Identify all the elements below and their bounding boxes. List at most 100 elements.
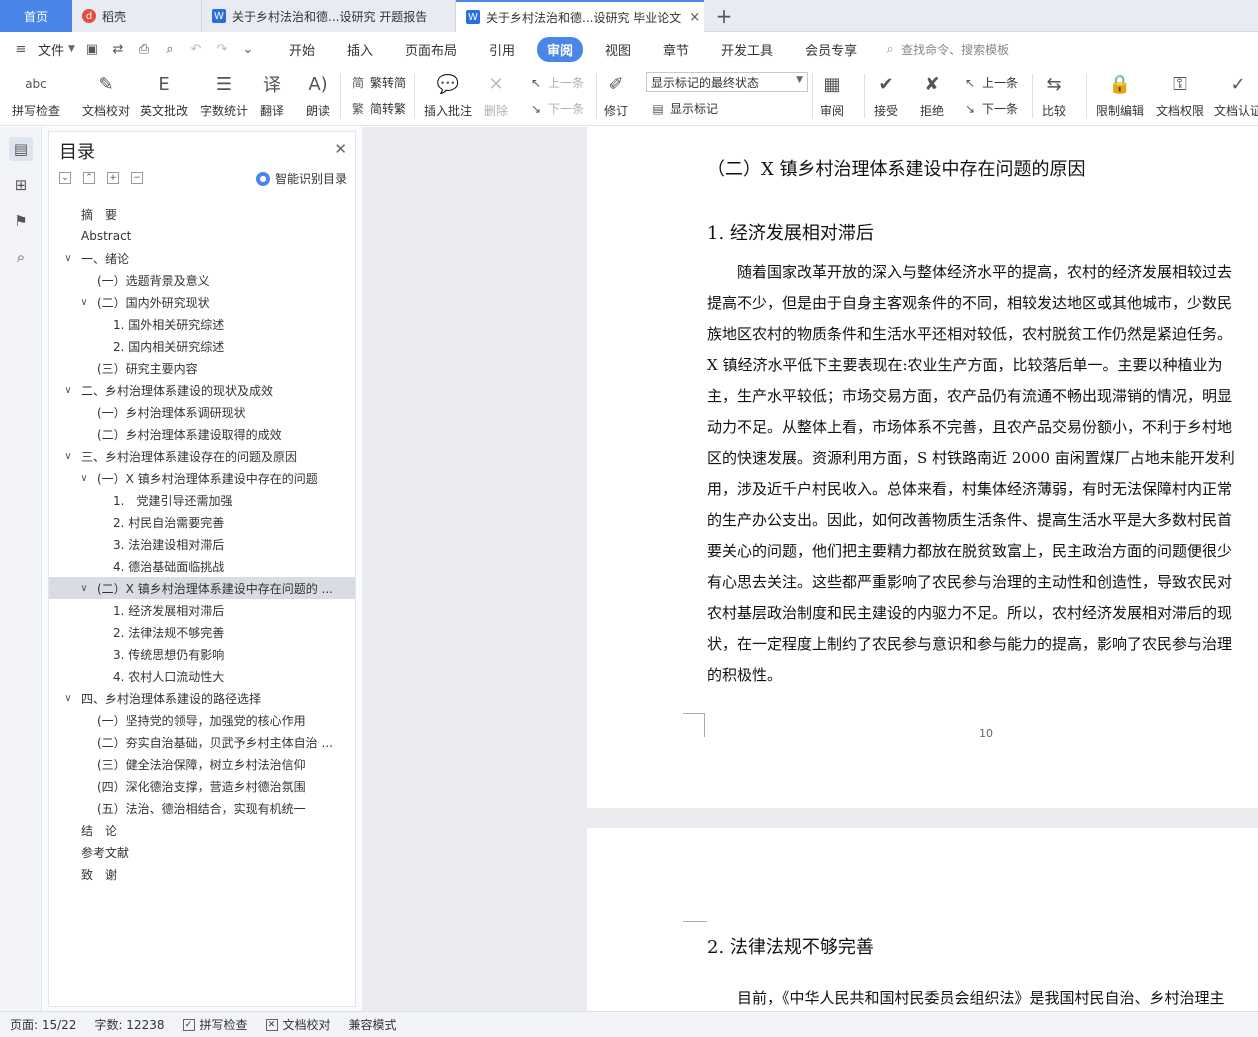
toc-item[interactable]: 摘 要 (49, 203, 355, 225)
wordcount-button[interactable]: ☰ 字数统计 (200, 70, 248, 119)
next-comment-button[interactable]: ↘ 下一条 (528, 100, 584, 117)
prev-change-button[interactable]: ↖ 上一条 (962, 74, 1018, 91)
english-review-button[interactable]: E 英文批改 (140, 70, 188, 119)
read-aloud-button[interactable]: A) 朗读 (304, 70, 332, 119)
toc-item[interactable]: ∨ 三、乡村治理体系建设存在的问题及原因 (49, 445, 355, 467)
reject-button[interactable]: ✘ 拒绝 (918, 70, 946, 119)
document-page[interactable]: （二）X 镇乡村治理体系建设中存在问题的原因 1. 经济发展相对滞后 随着国家改… (587, 127, 1258, 808)
spellcheck-button[interactable]: abc 拼写检查 (12, 70, 60, 119)
toc-item[interactable]: (一）坚持党的领导，加强党的核心作用 (49, 709, 355, 731)
toc-item[interactable]: 2. 村民自治需要完善 (49, 511, 355, 533)
redo-icon[interactable]: ↷ (213, 40, 231, 58)
outline-icon[interactable]: ⊞ (9, 173, 33, 197)
chevron-down-icon[interactable]: ∨ (77, 583, 91, 594)
undo-icon[interactable]: ↶ (187, 40, 205, 58)
toc-item[interactable]: (一）乡村治理体系调研现状 (49, 401, 355, 423)
toc-item[interactable]: (三）健全法治保障，树立乡村法治信仰 (49, 753, 355, 775)
tab-developer[interactable]: 开发工具 (711, 37, 783, 62)
file-menu-button[interactable]: ≡ 文件 ▼ (12, 40, 75, 59)
track-changes-button[interactable]: ✐ 修订 (602, 70, 630, 119)
next-change-button[interactable]: ↘ 下一条 (962, 100, 1018, 117)
tab-document-proposal[interactable]: W 关于乡村法治和德...设研究 开题报告 (202, 0, 456, 32)
bookmark-icon[interactable]: ⚑ (9, 209, 33, 233)
toc-item[interactable]: 结 论 (49, 819, 355, 841)
remove-heading-icon[interactable]: − (131, 172, 143, 184)
tab-document-thesis[interactable]: W 关于乡村法治和德...设研究 毕业论文 × (456, 0, 704, 32)
toc-item[interactable]: 致 谢 (49, 863, 355, 885)
print-preview-icon[interactable]: ⌕ (161, 40, 179, 58)
add-heading-icon[interactable]: + (107, 172, 119, 184)
smart-toc-button[interactable]: ● 智能识别目录 (255, 170, 347, 187)
tab-page-layout[interactable]: 页面布局 (395, 37, 467, 62)
toc-item[interactable]: (二）乡村治理体系建设取得的成效 (49, 423, 355, 445)
chevron-down-icon[interactable]: ∨ (61, 253, 75, 264)
page-indicator[interactable]: 页面: 15/22 (10, 1016, 76, 1033)
toc-item[interactable]: 2. 国内相关研究综述 (49, 335, 355, 357)
toc-item[interactable]: (二）夯实自治基础，贝武予乡村主体自治 ... (49, 731, 355, 753)
search-icon[interactable]: ⌕ (9, 245, 33, 269)
new-tab-button[interactable]: + (712, 4, 736, 28)
doc-permission-button[interactable]: ⚿ 文档权限 (1156, 70, 1204, 119)
collapse-all-icon[interactable]: ⌄ (59, 172, 71, 184)
translate-button[interactable]: 译 翻译 (258, 70, 286, 119)
tab-daoke[interactable]: d 稻壳 (72, 0, 202, 32)
delete-comment-button[interactable]: ✕ 删除 (482, 70, 510, 119)
toc-item[interactable]: (三）研究主要内容 (49, 357, 355, 379)
doccheck-button[interactable]: ✎ 文档校对 (82, 70, 130, 119)
toc-item[interactable]: 1. 党建引导还需加强 (49, 489, 355, 511)
expand-all-icon[interactable]: ⌃ (83, 172, 95, 184)
chevron-down-icon[interactable]: ∨ (61, 385, 75, 396)
customize-chevron-icon[interactable]: ⌄ (239, 40, 257, 58)
toc-item[interactable]: ∨ 一、绪论 (49, 247, 355, 269)
tab-review[interactable]: 审阅 (537, 36, 584, 62)
export-icon[interactable]: ⇄ (109, 40, 127, 58)
toc-item[interactable]: 1. 国外相关研究综述 (49, 313, 355, 335)
restrict-editing-button[interactable]: 🔒 限制编辑 (1096, 70, 1144, 119)
review-pane-button[interactable]: ▦ 审阅 (818, 70, 846, 119)
compare-button[interactable]: ⇆ 比较 (1040, 70, 1068, 119)
toc-item[interactable]: 参考文献 (49, 841, 355, 863)
toc-item[interactable]: (一）选题背景及意义 (49, 269, 355, 291)
toc-item[interactable]: 3. 传统思想仍有影响 (49, 643, 355, 665)
toc-panel-icon[interactable]: ▤ (9, 137, 33, 161)
markup-state-select[interactable]: 显示标记的最终状态 ▼ (646, 72, 808, 92)
toc-item[interactable]: (五）法治、德治相结合，实现有机统一 (49, 797, 355, 819)
tab-member[interactable]: 会员专享 (795, 37, 867, 62)
toc-item[interactable]: 3. 法治建设相对滞后 (49, 533, 355, 555)
toc-item[interactable]: ∨ 四、乡村治理体系建设的路径选择 (49, 687, 355, 709)
toc-item[interactable]: 4. 德治基础面临挑战 (49, 555, 355, 577)
document-page[interactable]: 2. 法律法规不够完善 目前，《中华人民共和国村民委员会组织法》是我国村民自治、… (587, 828, 1258, 1011)
simp-to-trad-button[interactable]: 繁 简转繁 (350, 100, 406, 117)
insert-comment-button[interactable]: 💬 插入批注 (424, 70, 472, 119)
print-icon[interactable]: ⎙ (135, 40, 153, 58)
toc-item[interactable]: ∨ (一）X 镇乡村治理体系建设中存在的问题 (49, 467, 355, 489)
command-search[interactable]: ⌕ 查找命令、搜索模板 (881, 40, 1009, 58)
trad-to-simp-button[interactable]: 简 繁转简 (350, 74, 406, 91)
chevron-down-icon[interactable]: ∨ (61, 693, 75, 704)
proofread-status[interactable]: ✕ 文档校对 (265, 1016, 331, 1033)
toc-item[interactable]: ∨ (二）X 镇乡村治理体系建设中存在问题的 ... (49, 577, 355, 599)
save-icon[interactable]: ▣ (83, 40, 101, 58)
tab-start[interactable]: 开始 (279, 37, 325, 62)
word-count[interactable]: 字数: 12238 (94, 1016, 164, 1033)
close-icon[interactable]: × (689, 10, 700, 25)
toc-item[interactable]: (四）深化德治支撑，营造乡村德治氛围 (49, 775, 355, 797)
tab-references[interactable]: 引用 (479, 37, 525, 62)
tab-home[interactable]: 首页 (0, 0, 72, 32)
toc-item[interactable]: ∨ (二）国内外研究现状 (49, 291, 355, 313)
chevron-down-icon[interactable]: ∨ (77, 473, 91, 484)
chevron-down-icon[interactable]: ∨ (77, 297, 91, 308)
toc-item[interactable]: 1. 经济发展相对滞后 (49, 599, 355, 621)
toc-item[interactable]: 4. 农村人口流动性大 (49, 665, 355, 687)
prev-comment-button[interactable]: ↖ 上一条 (528, 74, 584, 91)
toc-item[interactable]: 2. 法律法规不够完善 (49, 621, 355, 643)
chevron-down-icon[interactable]: ∨ (61, 451, 75, 462)
accept-button[interactable]: ✔ 接受 (872, 70, 900, 119)
tab-section[interactable]: 章节 (653, 37, 699, 62)
toc-item[interactable]: Abstract (49, 225, 355, 247)
tab-view[interactable]: 视图 (595, 37, 641, 62)
doc-auth-button[interactable]: ✓ 文档认证 (1214, 70, 1258, 119)
toc-item[interactable]: ∨ 二、乡村治理体系建设的现状及成效 (49, 379, 355, 401)
close-icon[interactable]: ✕ (334, 140, 347, 158)
spellcheck-status[interactable]: ✓ 拼写检查 (182, 1016, 248, 1033)
